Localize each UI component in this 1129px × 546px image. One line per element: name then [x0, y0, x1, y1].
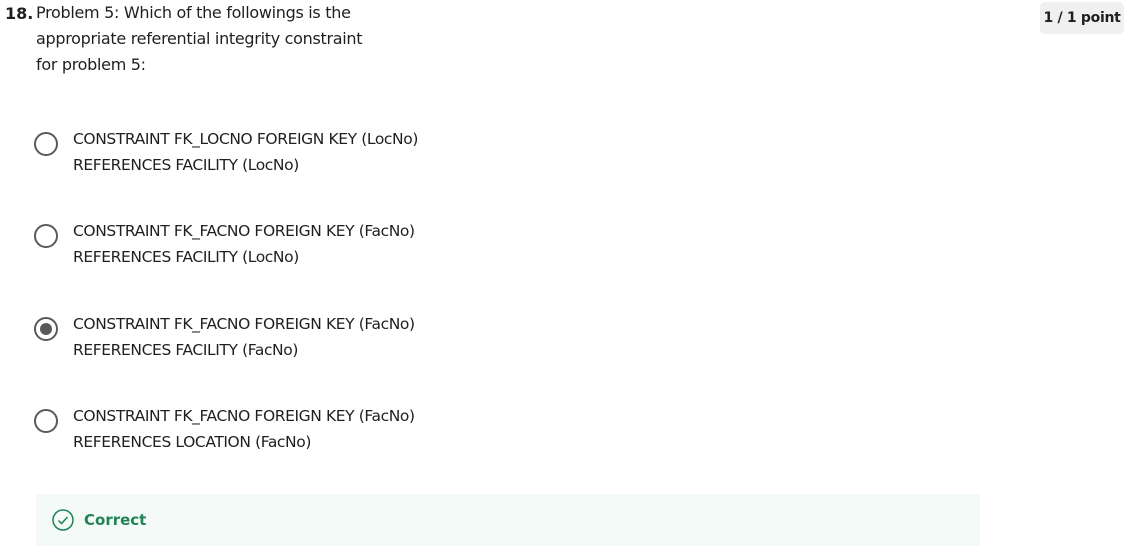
option-3[interactable]: CONSTRAINT FK_FACNO FOREIGN KEY (FacNo) R…	[34, 315, 415, 363]
points-badge: 1 / 1 point	[1040, 2, 1124, 34]
feedback-box: Correct	[36, 494, 980, 546]
option-1[interactable]: CONSTRAINT FK_LOCNO FOREIGN KEY (LocNo) R…	[34, 130, 418, 178]
option-line: CONSTRAINT FK_FACNO FOREIGN KEY (FacNo)	[73, 407, 415, 425]
check-circle-icon	[52, 509, 74, 531]
option-line: CONSTRAINT FK_FACNO FOREIGN KEY (FacNo)	[73, 222, 415, 240]
option-line: CONSTRAINT FK_FACNO FOREIGN KEY (FacNo)	[73, 315, 415, 333]
question-number: 18.	[5, 4, 34, 23]
radio-selected-icon[interactable]	[34, 317, 58, 341]
radio-unselected-icon[interactable]	[34, 132, 58, 156]
radio-unselected-icon[interactable]	[34, 409, 58, 433]
question-text: Problem 5: Which of the followings is th…	[36, 3, 363, 74]
option-4[interactable]: CONSTRAINT FK_FACNO FOREIGN KEY (FacNo) R…	[34, 407, 415, 455]
option-label: CONSTRAINT FK_FACNO FOREIGN KEY (FacNo) R…	[73, 403, 415, 455]
option-label: CONSTRAINT FK_FACNO FOREIGN KEY (FacNo) R…	[73, 311, 415, 363]
option-line: REFERENCES FACILITY (LocNo)	[73, 248, 299, 266]
option-label: CONSTRAINT FK_LOCNO FOREIGN KEY (LocNo) R…	[73, 126, 418, 178]
option-2[interactable]: CONSTRAINT FK_FACNO FOREIGN KEY (FacNo) R…	[34, 222, 415, 270]
feedback-label: Correct	[84, 511, 147, 529]
option-line: REFERENCES FACILITY (FacNo)	[73, 341, 298, 359]
option-line: REFERENCES LOCATION (FacNo)	[73, 433, 311, 451]
option-line: CONSTRAINT FK_LOCNO FOREIGN KEY (LocNo)	[73, 130, 418, 148]
option-label: CONSTRAINT FK_FACNO FOREIGN KEY (FacNo) R…	[73, 218, 415, 270]
radio-unselected-icon[interactable]	[34, 224, 58, 248]
option-line: REFERENCES FACILITY (LocNo)	[73, 156, 299, 174]
